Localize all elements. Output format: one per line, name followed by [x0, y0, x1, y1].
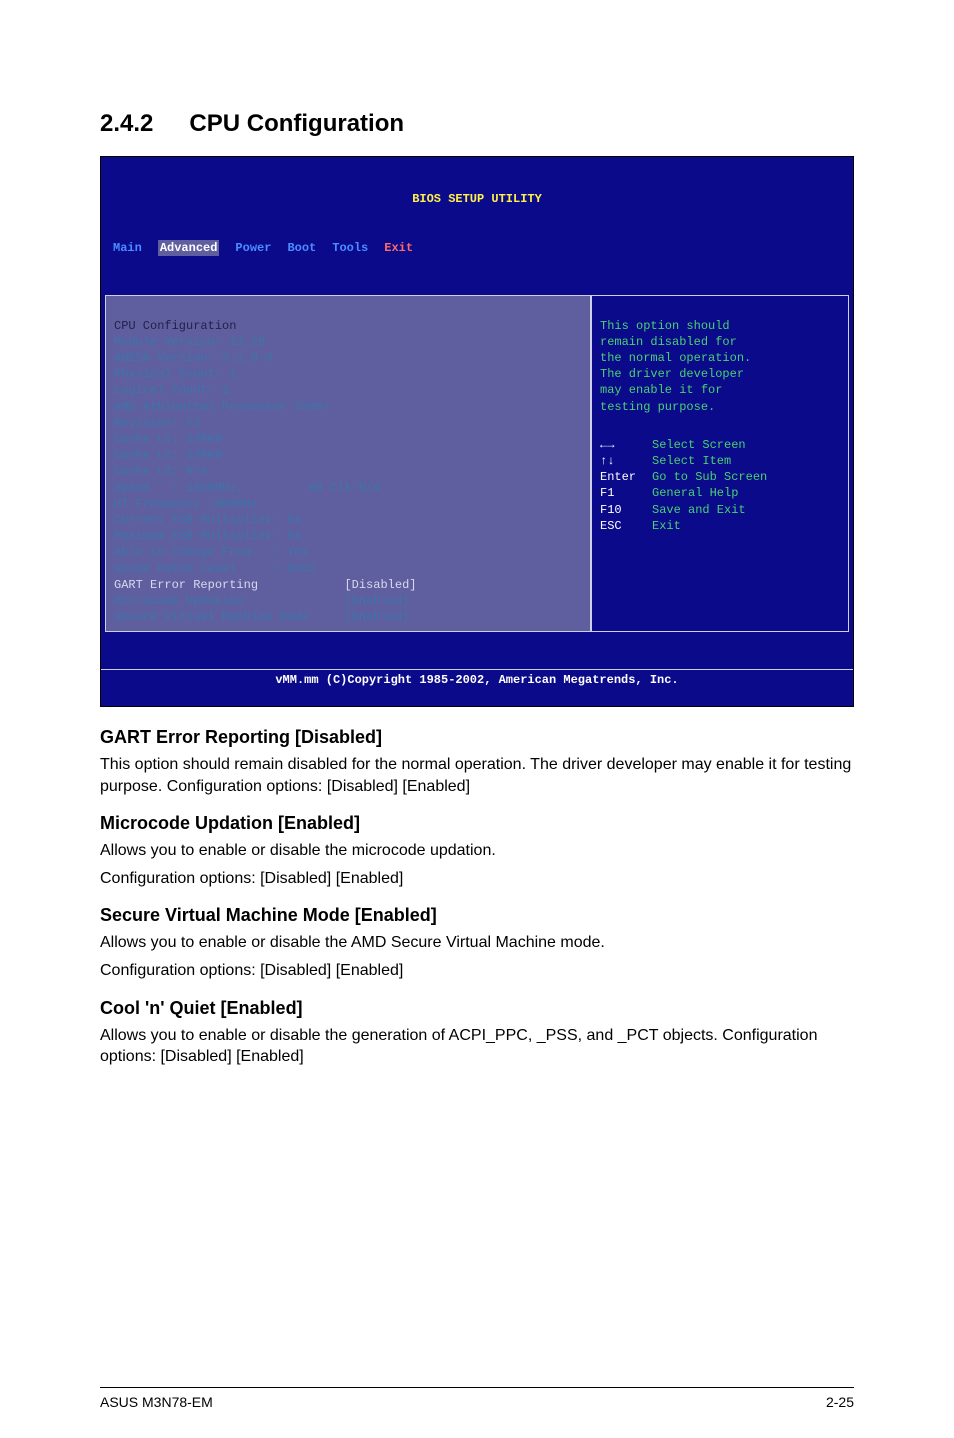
secure-vm-body-1: Allows you to enable or disable the AMD … — [100, 932, 854, 954]
page-footer: ASUS M3N78-EM 2-25 — [100, 1387, 854, 1410]
bios-utility-box: BIOS SETUP UTILITY Main Advanced Power B… — [100, 156, 854, 707]
gart-error-label: GART Error Reporting — [114, 578, 258, 592]
bios-tab-bar: Main Advanced Power Boot Tools Exit — [101, 240, 853, 258]
gart-heading: GART Error Reporting [Disabled] — [100, 727, 854, 748]
secure-vm-label: Secure Virtual Machine Mode — [114, 610, 308, 624]
maximum-fsb-mult: Maximum FSB Multiplier: 9x — [114, 529, 301, 543]
key-lr-text: Select Screen — [652, 438, 746, 452]
ht-frequency: HT Frequency :800MHz — [114, 497, 258, 511]
secure-vm-value: [Enabled] — [344, 610, 409, 624]
help-line-4: The driver developer — [600, 367, 744, 381]
microcode-body-2: Configuration options: [Disabled] [Enabl… — [100, 868, 854, 890]
coolnquiet-body: Allows you to enable or disable the gene… — [100, 1025, 854, 1068]
logical-count: Logical Count: 1 — [114, 383, 229, 397]
help-line-1: This option should — [600, 319, 730, 333]
bios-title: BIOS SETUP UTILITY — [101, 189, 853, 207]
key-enter-text: Go to Sub Screen — [652, 470, 767, 484]
tab-advanced[interactable]: Advanced — [158, 240, 220, 256]
tab-exit[interactable]: Exit — [384, 240, 413, 256]
agesa-version: AGESA Version: 3.1.8.0 — [114, 351, 272, 365]
current-fsb-mult: Current FSB Multiplier: 9x — [114, 513, 301, 527]
cache-l2: Cache L2: 128KB — [114, 448, 222, 462]
tab-boot[interactable]: Boot — [287, 240, 316, 256]
help-line-2: remain disabled for — [600, 335, 737, 349]
key-lr: ←→ — [600, 437, 652, 453]
key-esc: ESC — [600, 518, 652, 534]
key-legend: ←→Select Screen ↑↓Select Item EnterGo to… — [600, 437, 840, 534]
processor-name: AMD Athlon(tm) Processor 3200+ — [114, 400, 330, 414]
gart-error-row[interactable]: GART Error Reporting [Disabled] — [114, 578, 416, 592]
coolnquiet-heading: Cool 'n' Quiet [Enabled] — [100, 998, 854, 1019]
cpu-config-header: CPU Configuration — [114, 319, 236, 333]
bios-left-pane: CPU Configuration Module Version: 13.29 … — [105, 295, 591, 633]
secure-vm-body-2: Configuration options: [Disabled] [Enabl… — [100, 960, 854, 982]
key-ud: ↑↓ — [600, 453, 652, 469]
bios-copyright: vMM.mm (C)Copyright 1985-2002, American … — [101, 669, 853, 690]
bios-help-pane: This option should remain disabled for t… — [591, 295, 849, 633]
module-version: Module Version: 13.29 — [114, 335, 265, 349]
speed-nbclk: Speed : 1800MHz, NB Clk:N/A — [114, 481, 380, 495]
tab-main[interactable]: Main — [113, 240, 142, 256]
key-f10: F10 — [600, 502, 652, 518]
cache-l1: Cache L1: 128KB — [114, 432, 222, 446]
gart-error-value: [Disabled] — [344, 578, 416, 592]
microcode-updation-value: [Enabled] — [344, 594, 409, 608]
key-f10-text: Save and Exit — [652, 503, 746, 517]
ucode-patch-level: uCode Patch Level : 0x62 — [114, 562, 316, 576]
key-f1-text: General Help — [652, 486, 738, 500]
section-heading: 2.4.2 CPU Configuration — [100, 110, 854, 138]
microcode-heading: Microcode Updation [Enabled] — [100, 813, 854, 834]
footer-right: 2-25 — [826, 1394, 854, 1410]
key-esc-text: Exit — [652, 519, 681, 533]
revision: Revision: F2 — [114, 416, 200, 430]
microcode-updation-label: Microcode Updation — [114, 594, 244, 608]
help-line-6: testing purpose. — [600, 400, 715, 414]
able-to-change-freq: Able to Change Freq. : Yes — [114, 545, 308, 559]
gart-body: This option should remain disabled for t… — [100, 754, 854, 797]
key-ud-text: Select Item — [652, 454, 731, 468]
section-number: 2.4.2 — [100, 110, 153, 138]
tab-power[interactable]: Power — [235, 240, 271, 256]
help-line-5: may enable it for — [600, 383, 722, 397]
help-line-3: the normal operation. — [600, 351, 751, 365]
section-title-text: CPU Configuration — [189, 110, 404, 137]
secure-vm-row[interactable]: Secure Virtual Machine Mode [Enabled] — [114, 610, 409, 624]
physical-count: Physical Count: 1 — [114, 367, 236, 381]
tab-tools[interactable]: Tools — [332, 240, 368, 256]
key-f1: F1 — [600, 485, 652, 501]
footer-left: ASUS M3N78-EM — [100, 1394, 213, 1410]
microcode-updation-row[interactable]: Microcode Updation [Enabled] — [114, 594, 409, 608]
cache-l3: Cache L3: N/A — [114, 464, 208, 478]
microcode-body-1: Allows you to enable or disable the micr… — [100, 840, 854, 862]
key-enter: Enter — [600, 469, 652, 485]
secure-vm-heading: Secure Virtual Machine Mode [Enabled] — [100, 905, 854, 926]
